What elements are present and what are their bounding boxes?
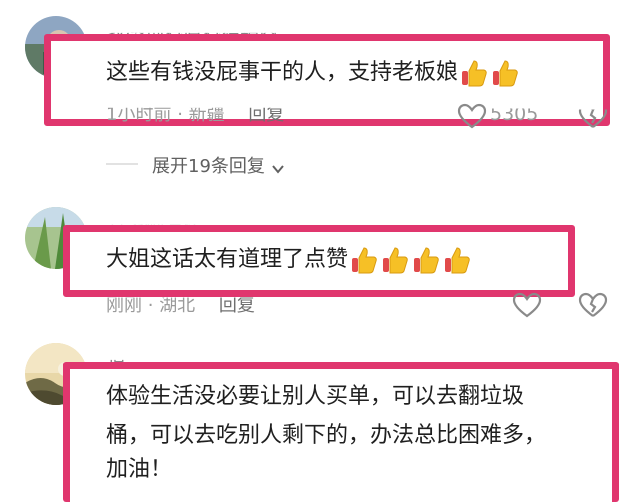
thumbs-up-icon [380, 245, 410, 275]
reply-button[interactable]: 回复 [219, 298, 255, 317]
comment-text: 这些有钱没屁事干的人，支持老板娘 [106, 58, 520, 88]
heart-outline-icon[interactable] [457, 103, 487, 129]
comment-text: 大姐这话太有道理了点赞 [106, 245, 472, 275]
comment-text-line: 桶，可以去吃别人剩下的，办法总比困难多， [106, 423, 547, 448]
divider [106, 163, 138, 165]
comment-location: 湖北 [159, 295, 196, 317]
comment-body: 大姐这话太有道理了点赞 [106, 247, 349, 272]
thumbs-up-icon [490, 58, 520, 88]
expand-replies-button[interactable]: 展开19条回复 [152, 152, 285, 178]
broken-heart-icon[interactable] [578, 292, 608, 318]
thumbs-up-icon [411, 245, 441, 275]
heart-outline-icon[interactable] [512, 292, 542, 318]
thumbs-up-icon [349, 245, 379, 275]
expand-replies-label: 展开19条回复 [152, 156, 265, 177]
comment-text-line: 加油！ [106, 457, 173, 482]
thumbs-up-icon [442, 245, 472, 275]
thumbs-up-icon [459, 58, 489, 88]
comment-time: 刚刚 [106, 295, 142, 317]
comment-body: 这些有钱没屁事干的人，支持老板娘 [106, 60, 459, 85]
chevron-down-icon [271, 160, 285, 174]
comment-text-line: 体验生活没必要让别人买单，可以去翻垃圾 [106, 384, 525, 409]
